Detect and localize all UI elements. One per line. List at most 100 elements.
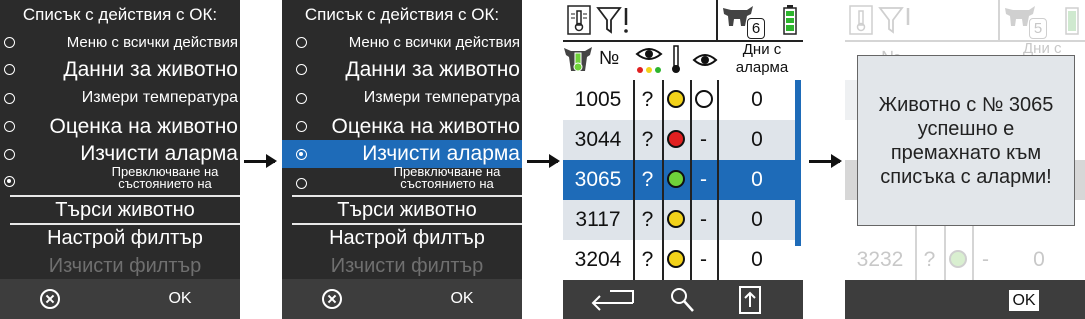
menu-item-animal-data[interactable]: Данни за животно <box>282 56 522 84</box>
clear-filter-item: Изчисти филтър <box>292 253 522 279</box>
flow-arrow-icon <box>244 154 277 168</box>
upload-select-icon[interactable] <box>738 285 762 315</box>
animal-number-cell: 3204 <box>574 248 622 271</box>
table-footer <box>563 280 803 319</box>
menu-item-clear-alarm[interactable]: Изчисти аларма <box>0 141 240 169</box>
status-bar: 5 <box>845 0 1085 42</box>
temperature-status-dot <box>667 250 685 268</box>
list-title: Списък с действия с ОК: <box>304 5 500 24</box>
search-animal-item[interactable]: Търси животно <box>10 197 240 223</box>
radio-icon <box>296 93 307 104</box>
cow-count-badge: 5 <box>1029 18 1047 39</box>
scrollbar[interactable] <box>795 80 801 246</box>
eye-icon <box>692 54 718 66</box>
observation-cell: - <box>700 168 707 191</box>
filter-alert-icon <box>878 7 910 34</box>
eye-traffic-light-icon <box>635 48 663 73</box>
status-cell: ? <box>641 208 654 231</box>
thermometer-list-icon <box>849 5 873 35</box>
column-divider <box>633 80 635 280</box>
radio-icon <box>4 37 15 48</box>
cow-count-badge: 6 <box>747 18 765 39</box>
menu-item-toggle-state[interactable]: Превключване на състоянието на <box>282 166 522 194</box>
table-row[interactable]: 3065? - 0 <box>563 160 795 200</box>
observation-ring <box>695 90 713 108</box>
observation-cell: - <box>700 208 707 231</box>
radio-icon <box>4 64 15 75</box>
animal-number-cell: 3117 <box>575 208 621 231</box>
ghost-row-band <box>845 80 857 120</box>
animal-number-cell: 3044 <box>574 128 622 151</box>
cancel-button[interactable] <box>312 279 352 319</box>
days-alarm-cell: 0 <box>751 248 763 271</box>
menu-item-animal-rating[interactable]: Оценка на животно <box>0 113 240 141</box>
set-filter-item[interactable]: Настрой филтър <box>10 225 240 251</box>
action-list-screen-2: Списък с действия с ОК: Меню с всички де… <box>282 0 522 319</box>
menu-footer: OK <box>0 279 240 319</box>
thermometer-list-icon <box>567 5 591 35</box>
filter-alert-icon <box>596 7 628 34</box>
menu-item-clear-alarm[interactable]: Изчисти аларма <box>282 140 522 168</box>
menu-item-measure-temperature[interactable]: Измери температура <box>0 85 240 113</box>
flow-arrow-icon <box>527 154 560 168</box>
clear-filter-item: Изчисти филтър <box>10 253 240 279</box>
radio-icon <box>296 37 307 48</box>
days-alarm-cell: 0 <box>751 128 763 151</box>
action-list-screen-1: Списък с действия с ОК: Меню с всички де… <box>0 0 240 319</box>
ok-button[interactable]: OK <box>160 279 200 319</box>
status-cell: ? <box>641 128 654 151</box>
alarm-list-screen: 6 № Дни с аларма 1005? 0 3044 ? - 0 3065… <box>563 0 803 319</box>
menu-item-all-actions[interactable]: Меню с всички действия <box>0 30 240 58</box>
animal-number-cell: 1005 <box>574 88 622 111</box>
cancel-icon <box>40 288 60 309</box>
cancel-button[interactable] <box>30 279 70 319</box>
table-row[interactable]: 3117? - 0 <box>563 200 795 240</box>
dialog-footer: OK <box>845 280 1085 319</box>
column-divider <box>662 80 664 280</box>
radio-icon <box>296 121 307 132</box>
observation-cell: - <box>700 128 707 151</box>
radio-icon <box>4 149 15 160</box>
temperature-status-dot <box>667 90 685 108</box>
ok-button[interactable]: OK <box>1009 290 1039 311</box>
number-column-header: № <box>599 48 620 69</box>
menu-item-animal-data[interactable]: Данни за животно <box>0 56 240 84</box>
status-bar: 6 <box>563 0 803 42</box>
table-row[interactable]: 3044? - 0 <box>563 120 795 160</box>
radio-icon <box>296 64 307 75</box>
cow-temperature-icon <box>564 47 592 72</box>
set-filter-item[interactable]: Настрой филтър <box>292 225 522 251</box>
status-dot <box>949 250 967 268</box>
radio-icon <box>4 93 15 104</box>
search-icon[interactable] <box>669 286 695 314</box>
battery-icon <box>1065 7 1079 35</box>
menu-footer: OK <box>282 279 522 319</box>
table-row: 3232 ? - 0 <box>856 248 1045 271</box>
back-arrow-icon[interactable] <box>590 285 636 315</box>
search-animal-item[interactable]: Търси животно <box>292 197 522 223</box>
radio-selected-icon <box>296 149 307 160</box>
table-header: № Дни с аларма <box>563 40 803 80</box>
status-cell: ? <box>641 248 654 271</box>
table-row[interactable]: 3204? - 0 <box>563 240 795 280</box>
temperature-status-dot <box>667 210 685 228</box>
ghost-row-band <box>1075 160 1085 200</box>
removed-confirmation-screen: 5 № Дни с 3231 3232 ? - 0 Животно с № 30… <box>845 0 1085 319</box>
radio-icon <box>4 121 15 132</box>
days-alarm-cell: 0 <box>751 208 763 231</box>
dialog-message: Животно с № 3065 успешно е премахнато къ… <box>878 93 1054 188</box>
menu-item-all-actions[interactable]: Меню с всички действия <box>282 30 522 58</box>
table-row[interactable]: 1005? 0 <box>563 80 795 120</box>
ghost-row-band <box>845 160 857 200</box>
list-title: Списък с действия с ОК: <box>22 5 218 24</box>
menu-item-toggle-state[interactable]: Превключване на състоянието на <box>0 166 240 194</box>
ok-button[interactable]: OK <box>442 279 482 319</box>
status-divider <box>998 0 1000 40</box>
menu-item-animal-rating[interactable]: Оценка на животно <box>282 113 522 141</box>
status-divider <box>716 0 718 40</box>
menu-item-measure-temperature[interactable]: Измери температура <box>282 85 522 113</box>
cancel-icon <box>322 288 342 309</box>
status-cell: ? <box>641 88 654 111</box>
temperature-status-dot <box>667 170 685 188</box>
confirmation-dialog: Животно с № 3065 успешно е премахнато къ… <box>857 55 1075 226</box>
